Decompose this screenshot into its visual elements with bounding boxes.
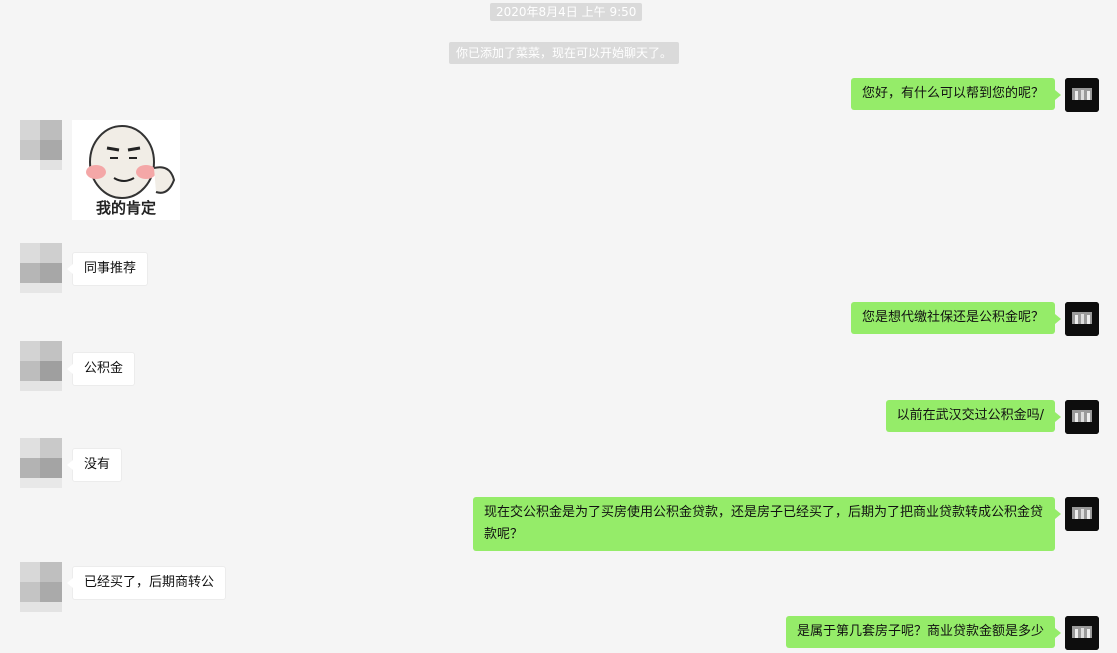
contact-avatar[interactable] (20, 438, 62, 488)
sent-message-bubble[interactable]: 是属于第几套房子呢？商业贷款金额是多少 (785, 616, 1062, 648)
received-message-bubble[interactable]: 同事推荐 (66, 252, 149, 286)
avatar-image-icon (1065, 616, 1099, 650)
chat-panel: 2020年8月4日 上午 9:50 你已添加了菜菜，现在可以开始聊天了。 您好，… (0, 0, 1117, 653)
avatar-image-icon (1065, 78, 1099, 112)
avatar-image-icon (1065, 497, 1099, 531)
contact-avatar[interactable] (20, 120, 62, 170)
sent-message-bubble[interactable]: 以前在武汉交过公积金吗/ (885, 400, 1062, 432)
self-avatar[interactable] (1065, 616, 1099, 650)
contact-avatar[interactable] (20, 341, 62, 391)
timestamp: 2020年8月4日 上午 9:50 (490, 3, 643, 21)
avatar-image-icon (1065, 302, 1099, 336)
sent-message-bubble[interactable]: 您好，有什么可以帮到您的呢？ (850, 78, 1062, 110)
received-message-bubble[interactable]: 已经买了，后期商转公 (66, 566, 227, 600)
sticker-caption: 我的肯定 (95, 199, 156, 217)
avatar-image-icon (1065, 400, 1099, 434)
received-message-bubble[interactable]: 没有 (66, 448, 123, 482)
sticker-image[interactable]: 我的肯定 (72, 120, 180, 220)
contact-avatar[interactable] (20, 562, 62, 612)
sent-message-bubble[interactable]: 现在交公积金是为了买房使用公积金贷款，还是房子已经买了，后期为了把商业贷款转成公… (473, 497, 1061, 551)
self-avatar[interactable] (1065, 400, 1099, 434)
self-avatar[interactable] (1065, 497, 1099, 531)
sent-message-bubble[interactable]: 您是想代缴社保还是公积金呢？ (850, 302, 1062, 334)
self-avatar[interactable] (1065, 302, 1099, 336)
contact-avatar[interactable] (20, 243, 62, 293)
received-message-bubble[interactable]: 公积金 (66, 352, 136, 386)
system-message: 你已添加了菜菜，现在可以开始聊天了。 (449, 42, 680, 64)
self-avatar[interactable] (1065, 78, 1099, 112)
